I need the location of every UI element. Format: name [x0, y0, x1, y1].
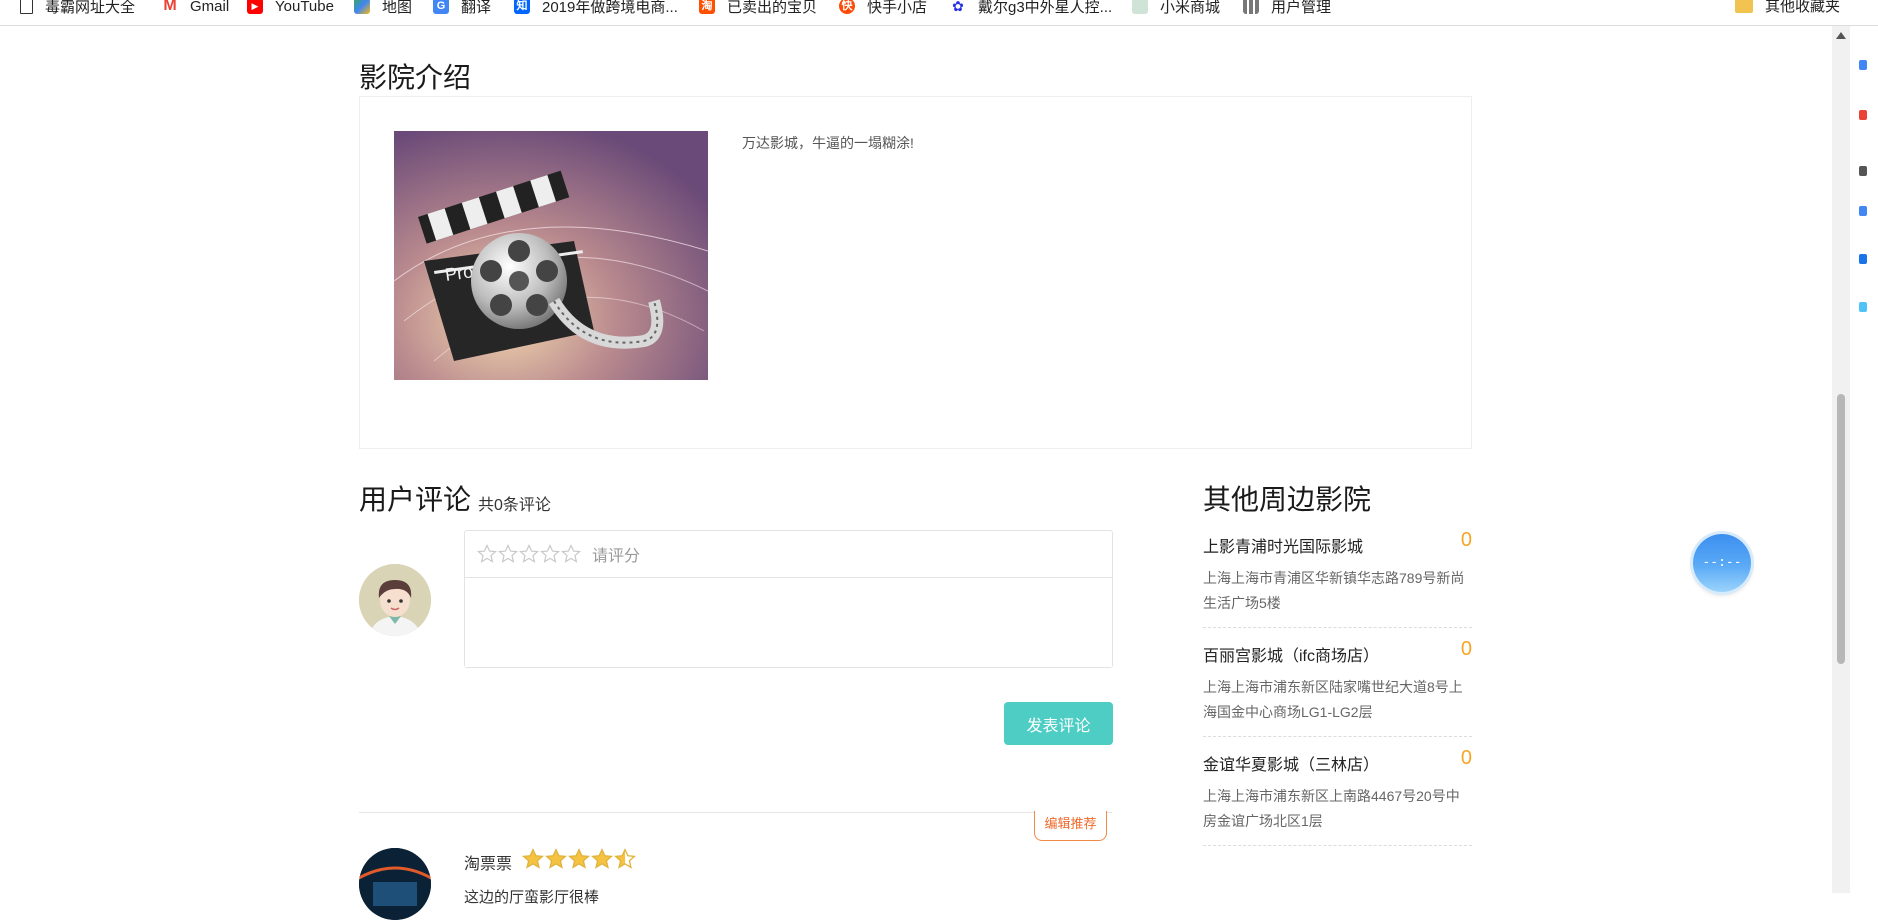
- kuaishou-icon: 快: [839, 0, 855, 14]
- cinema-address: 上海上海市浦东新区陆家嘴世纪大道8号上海国金中心商场LG1-LG2层: [1203, 679, 1463, 720]
- star-icon[interactable]: [519, 544, 539, 564]
- bookmark-0[interactable]: 毒霸网址大全: [20, 0, 135, 17]
- bookmark-label: 小米商城: [1160, 0, 1221, 16]
- review-rating: [522, 848, 637, 870]
- comments-title: 用户评论: [359, 484, 472, 515]
- nearby-cinemas-title: 其他周边影院: [1203, 484, 1372, 515]
- maps-icon: [354, 0, 370, 14]
- cinema-score: 0: [1460, 529, 1472, 551]
- bookmark-label: 快手小店: [867, 0, 928, 16]
- cinema-name[interactable]: 百丽宫影城（ifc商场店）: [1203, 642, 1379, 666]
- grid-icon: [1243, 0, 1259, 14]
- bookmark-label: 戴尔g3中外星人控...: [978, 0, 1113, 16]
- review-avatar: [359, 848, 431, 920]
- bookmarks-bar: 毒霸网址大全 M Gmail ▶ YouTube 地图 G 翻译 知 2019年…: [0, 0, 1878, 26]
- avatar: [359, 564, 431, 636]
- side-icon[interactable]: [1859, 302, 1867, 312]
- bookmark-label: YouTube: [275, 0, 334, 15]
- bookmark-10[interactable]: 用户管理: [1243, 0, 1331, 17]
- divider: [359, 812, 1112, 813]
- bookmark-3[interactable]: 地图: [354, 0, 412, 17]
- cinema-name[interactable]: 上影青浦时光国际影城: [1203, 533, 1363, 557]
- star-icon[interactable]: [545, 848, 567, 870]
- bookmark-2[interactable]: ▶ YouTube: [247, 0, 334, 17]
- rating-row: 请评分: [465, 531, 1112, 578]
- cinema-score: 0: [1460, 638, 1472, 660]
- bookmark-6[interactable]: 淘 已卖出的宝贝: [699, 0, 817, 17]
- page-icon: [20, 0, 33, 14]
- bookmark-4[interactable]: G 翻译: [433, 0, 491, 17]
- star-icon[interactable]: [568, 848, 590, 870]
- star-icon[interactable]: [477, 544, 497, 564]
- intro-text: 万达影城，牛逼的一塌糊涂!: [742, 135, 914, 151]
- cinema-image: Pro: [394, 131, 708, 380]
- bookmark-7[interactable]: 快 快手小店: [839, 0, 927, 17]
- star-icon[interactable]: [561, 544, 581, 564]
- taobao-icon: 淘: [699, 0, 715, 14]
- bookmark-label: 2019年做跨境电商...: [542, 0, 678, 16]
- cinema-name[interactable]: 金谊华夏影城（三林店）: [1203, 751, 1379, 775]
- star-icon[interactable]: [498, 544, 518, 564]
- baidu-icon: ✿: [950, 0, 966, 14]
- other-bookmarks[interactable]: 其他收藏夹: [1734, 0, 1840, 16]
- cinema-item[interactable]: 上影青浦时光国际影城 0 上海上海市青浦区华新镇华志路789号新尚生活广场5楼: [1203, 529, 1472, 628]
- translate-icon: G: [433, 0, 449, 14]
- star-icon[interactable]: [540, 544, 560, 564]
- side-icon[interactable]: [1859, 166, 1867, 176]
- side-icon[interactable]: [1859, 206, 1867, 216]
- rating-stars[interactable]: [477, 544, 582, 564]
- side-icon[interactable]: [1859, 254, 1867, 264]
- side-icon[interactable]: [1859, 110, 1867, 120]
- cinema-score: 0: [1460, 747, 1472, 769]
- cinema-item[interactable]: 金谊华夏影城（三林店） 0 上海上海市浦东新区上南路4467号20号中房金谊广场…: [1203, 747, 1472, 846]
- zhihu-icon: 知: [514, 0, 530, 14]
- bookmark-label: Gmail: [190, 0, 230, 15]
- side-icon[interactable]: [1859, 60, 1867, 70]
- editor-pick-badge: 编辑推荐: [1034, 811, 1107, 841]
- review-username: 淘票票: [464, 856, 513, 873]
- bookmark-5[interactable]: 知 2019年做跨境电商...: [514, 0, 678, 17]
- gmail-icon: M: [162, 0, 178, 14]
- page-scrollbar[interactable]: [1832, 26, 1850, 893]
- submit-comment-button[interactable]: 发表评论: [1004, 702, 1113, 745]
- scroll-up-icon[interactable]: [1836, 32, 1846, 39]
- folder-icon: [1734, 0, 1753, 13]
- floating-clock-button[interactable]: --:--: [1693, 534, 1751, 592]
- cinema-item[interactable]: 百丽宫影城（ifc商场店） 0 上海上海市浦东新区陆家嘴世纪大道8号上海国金中心…: [1203, 638, 1472, 737]
- intro-box: Pro 万达影城，牛逼的一塌糊涂!: [359, 96, 1472, 449]
- svg-text:Pro: Pro: [444, 261, 475, 285]
- bookmark-label: 用户管理: [1271, 0, 1332, 16]
- comments-count: 共0条评论: [478, 497, 551, 514]
- other-bookmarks-label: 其他收藏夹: [1764, 0, 1840, 15]
- review-text: 这边的厅蛮影厅很棒: [464, 889, 600, 906]
- bookmark-9[interactable]: 小米商城: [1132, 0, 1220, 17]
- scroll-thumb[interactable]: [1837, 394, 1845, 664]
- bookmark-label: 翻译: [461, 0, 492, 16]
- intro-title: 影院介绍: [359, 62, 472, 93]
- bookmark-8[interactable]: ✿ 戴尔g3中外星人控...: [950, 0, 1112, 17]
- rating-hint: 请评分: [592, 548, 641, 565]
- bookmark-label: 毒霸网址大全: [45, 0, 136, 16]
- bookmark-label: 已卖出的宝贝: [727, 0, 818, 16]
- cinema-address: 上海上海市浦东新区上南路4467号20号中房金谊广场北区1层: [1203, 788, 1460, 829]
- comment-textarea[interactable]: [465, 579, 1112, 667]
- star-icon[interactable]: [591, 848, 613, 870]
- star-icon[interactable]: [614, 848, 636, 870]
- youtube-icon: ▶: [247, 0, 263, 14]
- bookmark-1[interactable]: M Gmail: [162, 0, 229, 17]
- bookmark-label: 地图: [382, 0, 413, 16]
- comment-form: 请评分: [464, 530, 1113, 668]
- star-icon[interactable]: [522, 848, 544, 870]
- cinema-address: 上海上海市青浦区华新镇华志路789号新尚生活广场5楼: [1203, 570, 1465, 611]
- side-panel-strip: [1850, 26, 1878, 893]
- mi-icon: [1132, 0, 1148, 14]
